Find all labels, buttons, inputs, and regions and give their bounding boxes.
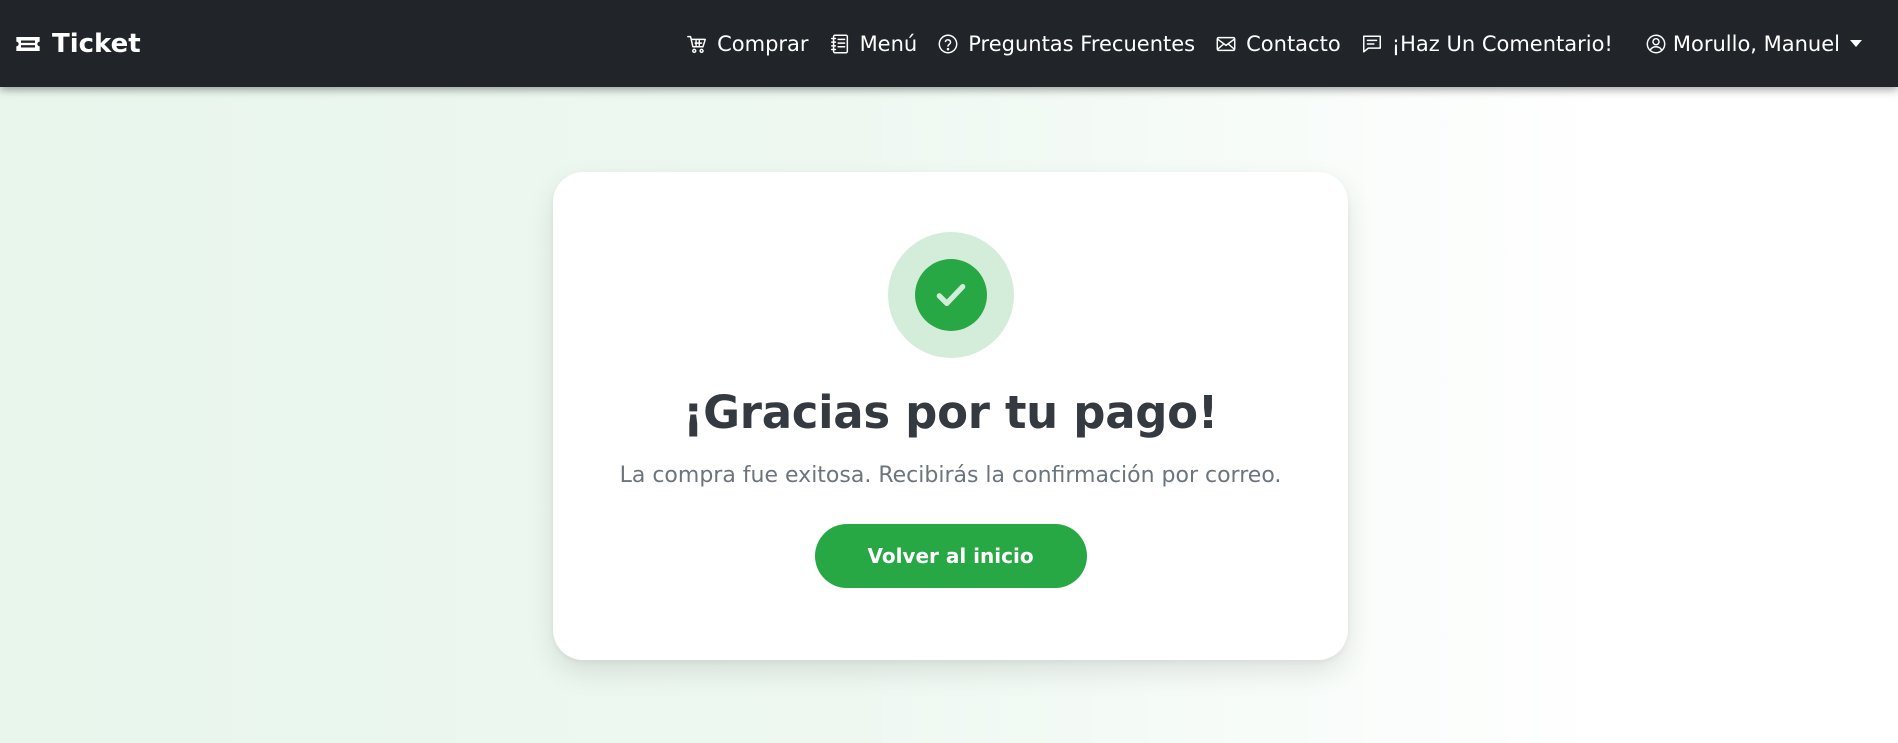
success-badge — [887, 232, 1014, 358]
brand-label: Ticket — [52, 28, 141, 59]
user-dropdown[interactable]: Morullo, Manuel — [1635, 32, 1872, 56]
nav-item-faq[interactable]: Preguntas Frecuentes — [927, 32, 1205, 56]
back-home-button[interactable]: Volver al inicio — [814, 524, 1087, 588]
nav-item-comentario[interactable]: ¡Haz Un Comentario! — [1351, 32, 1623, 56]
envelope-icon — [1216, 36, 1236, 51]
check-icon — [936, 284, 965, 306]
cart-icon — [687, 35, 707, 53]
success-circle — [914, 259, 987, 331]
page-title: ¡Gracias por tu pago! — [682, 386, 1219, 439]
question-circle-icon — [938, 34, 958, 53]
chevron-down-icon — [1850, 40, 1862, 47]
nav-label-comprar: Comprar — [717, 31, 809, 56]
nav-label-faq: Preguntas Frecuentes — [968, 31, 1196, 56]
chat-icon — [1362, 34, 1381, 53]
nav-item-menu[interactable]: Menú — [819, 32, 928, 56]
menu-book-icon — [830, 34, 848, 53]
user-circle-icon — [1646, 34, 1666, 53]
nav-links: Comprar Menú Preguntas Frecuentes Contac… — [676, 32, 1872, 56]
nav-label-comentario: ¡Haz Un Comentario! — [1391, 31, 1613, 56]
nav-label-contacto: Contacto — [1246, 31, 1341, 56]
nav-item-contacto[interactable]: Contacto — [1205, 32, 1351, 56]
success-message: La compra fue exitosa. Recibirás la conf… — [619, 463, 1282, 488]
nav-label-menu: Menú — [859, 31, 918, 56]
ticket-icon — [16, 36, 40, 51]
top-navbar: Ticket Comprar Menú Preguntas Frecuentes… — [0, 0, 1898, 87]
nav-item-comprar[interactable]: Comprar — [676, 32, 818, 56]
brand-link[interactable]: Ticket — [14, 29, 141, 59]
payment-success-card: ¡Gracias por tu pago! La compra fue exit… — [553, 172, 1348, 660]
user-name: Morullo, Manuel — [1672, 31, 1840, 56]
